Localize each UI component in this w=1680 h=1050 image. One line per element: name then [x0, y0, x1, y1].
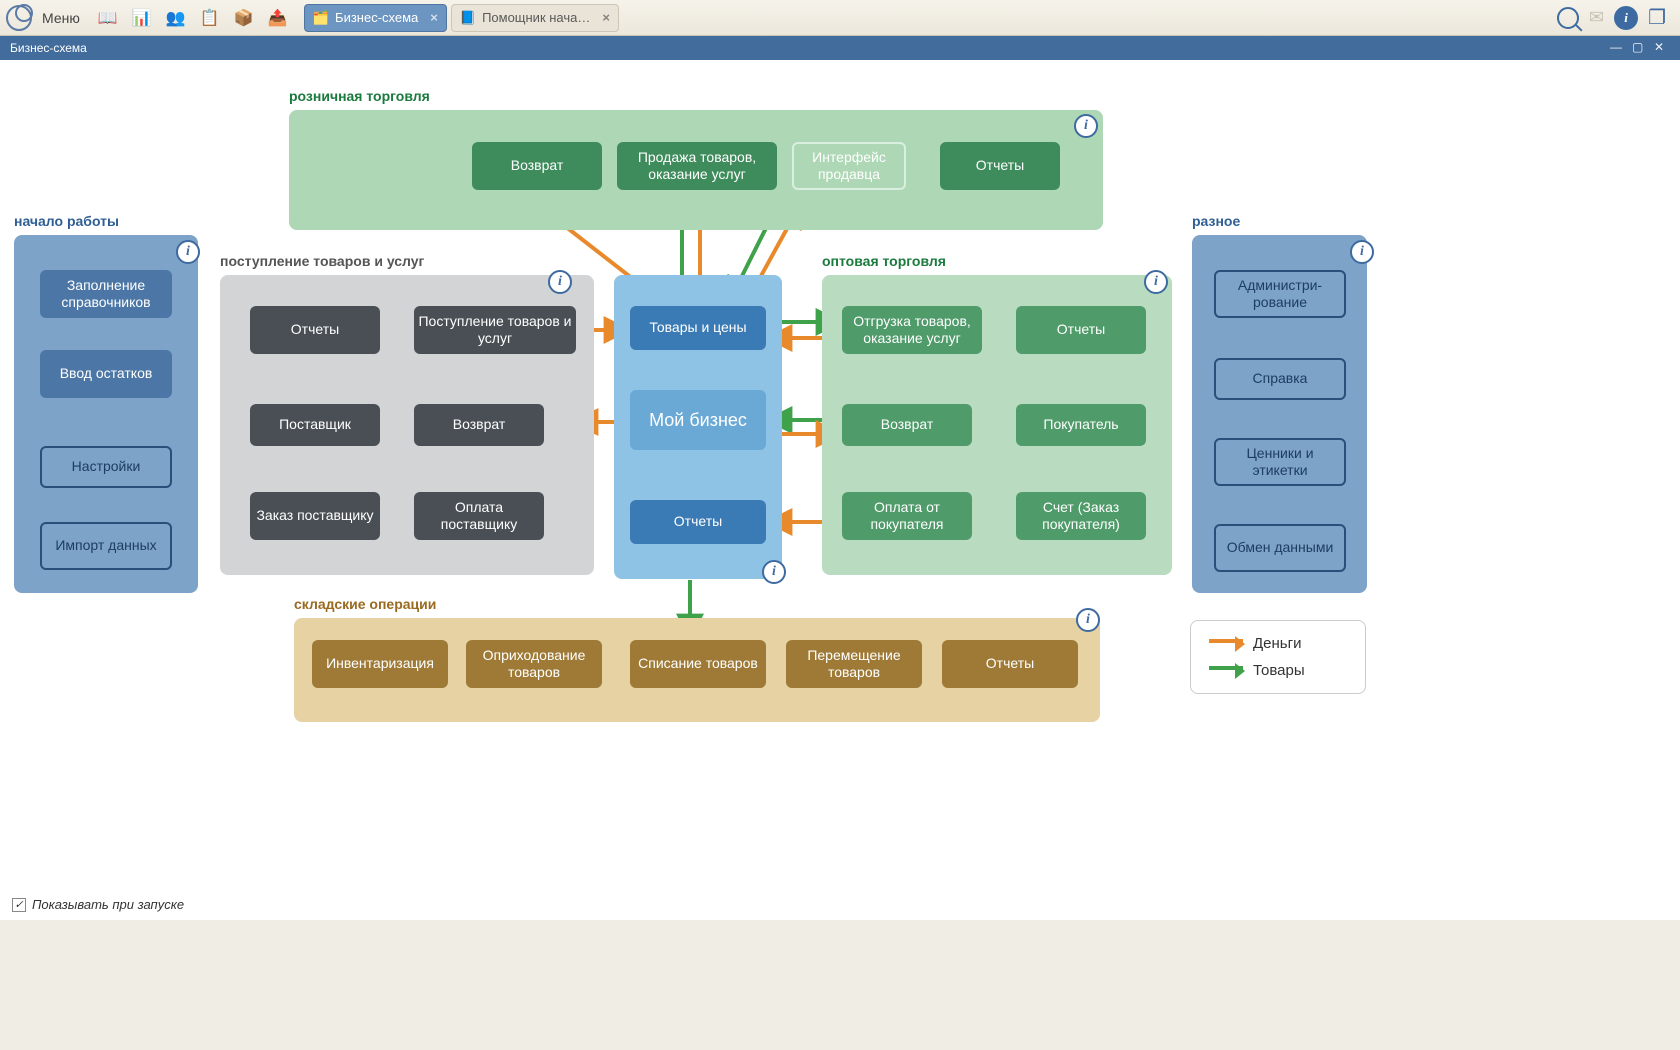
legend-money-label: Деньги	[1253, 635, 1301, 652]
zone-title-retail: розничная торговля	[289, 88, 430, 104]
node-sup-order[interactable]: Заказ поставщику	[250, 492, 380, 540]
node-w-ship[interactable]: Отгрузка товаров, оказание услуг	[842, 306, 982, 354]
footer: ✓ Показывать при запуске	[0, 889, 196, 920]
node-wh-in[interactable]: Оприходование товаров	[466, 640, 602, 688]
mail-icon[interactable]: ✉	[1589, 7, 1604, 28]
legend-box: Деньги Товары	[1190, 620, 1366, 694]
diagram-canvas: Деньги Товары ✓ Показывать при запуске н…	[0, 60, 1680, 920]
node-fill-ref[interactable]: Заполнение справочников	[40, 270, 172, 318]
node-ret-seller[interactable]: Интерфейс продавца	[792, 142, 906, 190]
close-icon[interactable]: ✕	[1654, 40, 1670, 56]
windows-icon[interactable]: ❐	[1648, 5, 1666, 30]
zone-title-start: начало работы	[14, 213, 119, 229]
tab-close-icon[interactable]: ×	[430, 10, 438, 25]
zone-title-supply: поступление товаров и услуг	[220, 253, 424, 269]
node-sup-reports[interactable]: Отчеты	[250, 306, 380, 354]
minimize-icon[interactable]: —	[1610, 40, 1626, 56]
zone-title-whsl: оптовая торговля	[822, 253, 946, 269]
zone-title-warehouse: складские операции	[294, 596, 436, 612]
node-m-admin[interactable]: Администри- рование	[1214, 270, 1346, 318]
tab-label: Бизнес-схема	[335, 10, 418, 25]
main-toolbar: Меню 📖 📊 👥 📋 📦 📤 🗂️ Бизнес-схема × 📘 Пом…	[0, 0, 1680, 36]
toolbar-icon-2[interactable]: 📊	[128, 4, 156, 32]
show-on-start-checkbox[interactable]: ✓	[12, 898, 26, 912]
info-badge-supply[interactable]: i	[548, 270, 572, 294]
info-badge-misc[interactable]: i	[1350, 240, 1374, 264]
node-wh-out[interactable]: Списание товаров	[630, 640, 766, 688]
info-badge-warehouse[interactable]: i	[1076, 608, 1100, 632]
node-sup-return[interactable]: Возврат	[414, 404, 544, 446]
window-header: Бизнес-схема — ▢ ✕	[0, 36, 1680, 60]
toolbar-icon-4[interactable]: 📋	[196, 4, 224, 32]
node-c-biz[interactable]: Мой бизнес	[630, 390, 766, 450]
window-title: Бизнес-схема	[10, 41, 87, 55]
node-ret-return[interactable]: Возврат	[472, 142, 602, 190]
menu-button[interactable]: Меню	[42, 10, 80, 26]
info-badge-retail[interactable]: i	[1074, 114, 1098, 138]
node-sup-pay[interactable]: Оплата поставщику	[414, 492, 544, 540]
node-m-price[interactable]: Ценники и этикетки	[1214, 438, 1346, 486]
info-badge-start[interactable]: i	[176, 240, 200, 264]
node-w-reports[interactable]: Отчеты	[1016, 306, 1146, 354]
node-wh-move[interactable]: Перемещение товаров	[786, 640, 922, 688]
info-badge-whsl[interactable]: i	[1144, 270, 1168, 294]
info-icon[interactable]: i	[1614, 6, 1638, 30]
tab-label: Помощник нача…	[482, 10, 590, 25]
node-w-pay[interactable]: Оплата от покупателя	[842, 492, 972, 540]
tab-close-icon[interactable]: ×	[602, 10, 610, 25]
app-logo-icon[interactable]	[6, 5, 32, 31]
zone-title-misc: разное	[1192, 213, 1240, 229]
tab-icon: 🗂️	[313, 10, 329, 26]
node-w-return[interactable]: Возврат	[842, 404, 972, 446]
toolbar-icon-1[interactable]: 📖	[94, 4, 122, 32]
toolbar-icon-5[interactable]: 📦	[230, 4, 258, 32]
tab-business-scheme[interactable]: 🗂️ Бизнес-схема ×	[304, 4, 447, 32]
node-import[interactable]: Импорт данных	[40, 522, 172, 570]
node-sup-supplier[interactable]: Поставщик	[250, 404, 380, 446]
toolbar-icon-3[interactable]: 👥	[162, 4, 190, 32]
node-wh-rep[interactable]: Отчеты	[942, 640, 1078, 688]
node-wh-inv[interactable]: Инвентаризация	[312, 640, 448, 688]
node-c-goods[interactable]: Товары и цены	[630, 306, 766, 350]
search-icon[interactable]	[1557, 7, 1579, 29]
node-enter-bal[interactable]: Ввод остатков	[40, 350, 172, 398]
legend-money: Деньги	[1209, 635, 1347, 652]
show-on-start-label: Показывать при запуске	[32, 897, 184, 912]
info-badge-center[interactable]: i	[762, 560, 786, 584]
tab-bar: 🗂️ Бизнес-схема × 📘 Помощник нача… ×	[304, 4, 619, 32]
node-w-order[interactable]: Счет (Заказ покупателя)	[1016, 492, 1146, 540]
maximize-icon[interactable]: ▢	[1632, 40, 1648, 56]
node-settings[interactable]: Настройки	[40, 446, 172, 488]
node-sup-receipt[interactable]: Поступление товаров и услуг	[414, 306, 576, 354]
toolbar-right: ✉ i ❐	[1557, 5, 1674, 30]
node-w-buyer[interactable]: Покупатель	[1016, 404, 1146, 446]
node-m-exch[interactable]: Обмен данными	[1214, 524, 1346, 572]
toolbar-icon-6[interactable]: 📤	[264, 4, 292, 32]
node-ret-sale[interactable]: Продажа товаров, оказание услуг	[617, 142, 777, 190]
node-m-help[interactable]: Справка	[1214, 358, 1346, 400]
legend-goods: Товары	[1209, 662, 1347, 679]
tab-assistant[interactable]: 📘 Помощник нача… ×	[451, 4, 619, 32]
node-ret-reports[interactable]: Отчеты	[940, 142, 1060, 190]
legend-goods-label: Товары	[1253, 662, 1305, 679]
node-c-reports[interactable]: Отчеты	[630, 500, 766, 544]
tab-icon: 📘	[460, 10, 476, 26]
